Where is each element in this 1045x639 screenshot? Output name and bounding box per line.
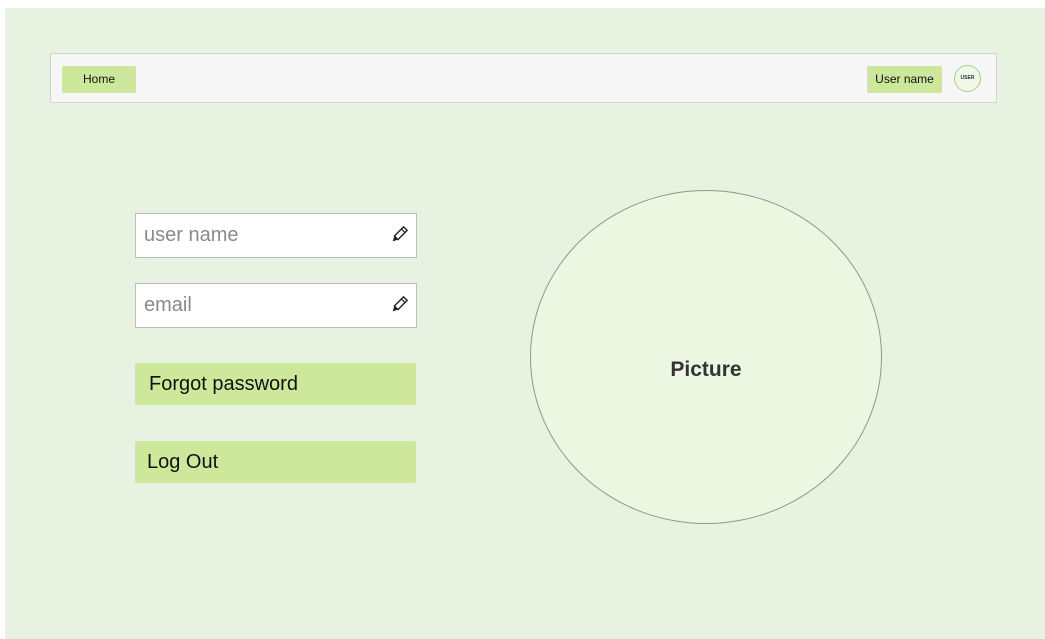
email-field bbox=[135, 283, 417, 328]
page-canvas: Home User name USER Forgot password Log … bbox=[5, 8, 1045, 639]
username-input[interactable] bbox=[136, 214, 376, 257]
top-nav-bar: Home User name USER bbox=[50, 53, 997, 103]
home-button[interactable]: Home bbox=[62, 66, 136, 93]
user-name-button[interactable]: User name bbox=[867, 66, 942, 93]
pencil-icon[interactable] bbox=[389, 295, 409, 315]
pencil-icon[interactable] bbox=[389, 225, 409, 245]
user-avatar[interactable]: USER bbox=[954, 65, 981, 92]
username-field bbox=[135, 213, 417, 258]
profile-picture[interactable]: Picture bbox=[530, 190, 882, 524]
logout-button[interactable]: Log Out bbox=[135, 441, 416, 483]
picture-label: Picture bbox=[670, 358, 742, 381]
forgot-password-button[interactable]: Forgot password bbox=[135, 363, 416, 405]
email-input[interactable] bbox=[136, 284, 376, 327]
